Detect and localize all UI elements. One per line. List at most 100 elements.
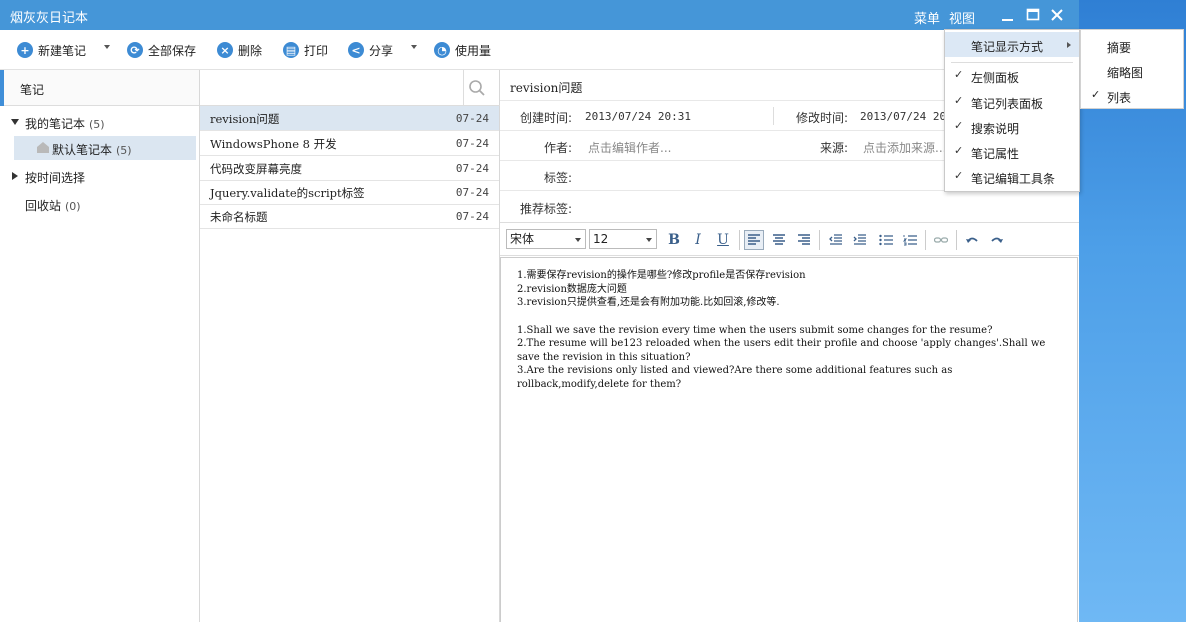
sidebar-item-trash[interactable]: 回收站 (0) (0, 192, 199, 216)
note-title: Jquery.validate的script标签 (210, 186, 365, 200)
divider (773, 107, 774, 125)
content-line: 3.revision只提供查看,还是会有附加功能.比如回滚,修改等. (517, 297, 780, 308)
outdent-icon[interactable] (826, 230, 846, 250)
submenu-item-thumbnail[interactable]: 缩略图 (1081, 57, 1183, 82)
submenu-item-summary[interactable]: 摘要 (1081, 32, 1183, 57)
indent-icon[interactable] (850, 230, 870, 250)
source-field[interactable]: 点击添加来源... (863, 139, 946, 156)
link-icon[interactable] (931, 230, 951, 250)
share-button[interactable]: < 分享 (348, 40, 393, 60)
menu-item-note-list-panel[interactable]: ✓ 笔记列表面板 (945, 89, 1079, 114)
note-date: 07-24 (455, 210, 489, 223)
new-note-label: 新建笔记 (38, 43, 87, 58)
align-left-icon[interactable] (744, 230, 764, 250)
sidebar-header: 笔记 (0, 70, 199, 106)
underline-icon[interactable]: U (713, 230, 733, 250)
sidebar-header-accent (0, 70, 4, 106)
expand-arrow-icon[interactable] (11, 119, 19, 125)
delete-icon: × (217, 42, 233, 58)
divider (819, 230, 820, 250)
sidebar-item-my-notebooks[interactable]: 我的笔记本 (5) (0, 110, 199, 134)
plus-icon: + (17, 42, 33, 58)
menu-item-label: 搜索说明 (971, 122, 1020, 136)
note-list-item[interactable]: 未命名标题 07-24 (200, 204, 499, 229)
usage-button[interactable]: ◔ 使用量 (434, 40, 491, 60)
search-bar (200, 70, 500, 106)
sidebar-item-label: 回收站 (25, 199, 62, 213)
menu-item-label: 笔记显示方式 (971, 40, 1044, 54)
share-icon: < (348, 42, 364, 58)
save-all-button[interactable]: ⟳ 全部保存 (127, 40, 196, 60)
check-icon: ✓ (954, 144, 964, 157)
sidebar-item-by-time[interactable]: 按时间选择 (0, 164, 199, 188)
app-title: 烟灰灰日记本 (10, 11, 89, 26)
bold-icon[interactable]: B (664, 230, 684, 250)
note-list-item[interactable]: 代码改变屏幕亮度 07-24 (200, 156, 499, 181)
modified-value: 2013/07/24 20: (860, 110, 953, 123)
menu-item-search-help[interactable]: ✓ 搜索说明 (945, 114, 1079, 139)
numbered-list-icon[interactable] (900, 230, 920, 250)
pie-chart-icon: ◔ (434, 42, 450, 58)
tags-label: 标签: (544, 171, 573, 185)
note-list-item[interactable]: WindowsPhone 8 开发 07-24 (200, 131, 499, 156)
note-list-item[interactable]: revision问题 07-24 (200, 106, 499, 131)
note-title: 未命名标题 (210, 210, 268, 224)
refresh-icon: ⟳ (127, 42, 143, 58)
delete-label: 删除 (238, 43, 263, 58)
menu-item-left-panel[interactable]: ✓ 左侧面板 (945, 63, 1079, 88)
font-size-value: 12 (593, 232, 609, 246)
print-button[interactable]: ▤ 打印 (283, 40, 328, 60)
share-dropdown-icon[interactable] (411, 45, 417, 49)
usage-label: 使用量 (455, 43, 492, 58)
check-icon: ✓ (954, 94, 964, 107)
sidebar-header-label: 笔记 (20, 83, 45, 97)
search-input[interactable] (200, 70, 464, 105)
bullet-list-icon[interactable] (876, 230, 896, 250)
display-mode-submenu: 摘要 缩略图 ✓ 列表 (1080, 29, 1184, 109)
modified-label: 修改时间: (796, 111, 849, 125)
content-line: 1.需要保存revision的操作是哪些?修改profile是否保存revisi… (517, 270, 806, 281)
search-icon[interactable] (468, 79, 486, 97)
save-all-label: 全部保存 (148, 43, 197, 58)
redo-icon[interactable] (987, 230, 1007, 250)
created-value: 2013/07/24 20:31 (585, 110, 691, 123)
close-icon[interactable] (1047, 5, 1067, 25)
note-title: revision问题 (210, 112, 280, 126)
undo-icon[interactable] (962, 230, 982, 250)
share-label: 分享 (369, 43, 394, 58)
content-line: 2.The resume will be123 reloaded when th… (517, 338, 1049, 363)
delete-button[interactable]: × 删除 (217, 40, 262, 60)
print-label: 打印 (304, 43, 329, 58)
new-note-dropdown-icon[interactable] (104, 45, 110, 49)
app-window: 烟灰灰日记本 菜单 视图 + 新建笔记 ⟳ 全部保存 × 删除 ▤ 打印 < 分… (0, 0, 1079, 622)
note-list-item[interactable]: Jquery.validate的script标签 07-24 (200, 180, 499, 205)
chevron-down-icon (646, 238, 652, 242)
font-family-select[interactable]: 宋体 (506, 229, 586, 249)
menu-button[interactable]: 菜单 (914, 8, 940, 27)
align-center-icon[interactable] (769, 230, 789, 250)
chevron-right-icon (1067, 42, 1071, 48)
menu-item-label: 笔记列表面板 (971, 97, 1044, 111)
maximize-icon[interactable] (1023, 5, 1043, 25)
font-size-select[interactable]: 12 (589, 229, 657, 249)
sidebar-item-label: 按时间选择 (25, 171, 86, 185)
note-content-area[interactable]: 1.需要保存revision的操作是哪些?修改profile是否保存revisi… (500, 257, 1078, 622)
minimize-icon[interactable] (998, 5, 1018, 25)
italic-icon[interactable]: I (688, 230, 708, 250)
new-note-button[interactable]: + 新建笔记 (17, 40, 86, 60)
sidebar-item-default-notebook[interactable]: 默认笔记本 (5) (14, 136, 196, 160)
note-list-panel: revision问题 07-24 WindowsPhone 8 开发 07-24… (200, 70, 500, 622)
menu-item-note-properties[interactable]: ✓ 笔记属性 (945, 139, 1079, 164)
submenu-item-list[interactable]: ✓ 列表 (1081, 82, 1183, 107)
menu-item-edit-toolbar[interactable]: ✓ 笔记编辑工具条 (945, 164, 1079, 189)
expand-arrow-icon[interactable] (12, 172, 18, 180)
check-icon: ✓ (954, 169, 964, 182)
check-icon: ✓ (1091, 88, 1101, 101)
divider (956, 230, 957, 250)
menu-item-display-mode[interactable]: 笔记显示方式 (945, 32, 1079, 57)
align-right-icon[interactable] (794, 230, 814, 250)
view-button[interactable]: 视图 (949, 8, 975, 27)
note-title-field[interactable]: revision问题 (510, 79, 582, 96)
author-field[interactable]: 点击编辑作者... (588, 139, 671, 156)
toolbar: + 新建笔记 ⟳ 全部保存 × 删除 ▤ 打印 < 分享 ◔ 使用量 (0, 30, 1079, 70)
